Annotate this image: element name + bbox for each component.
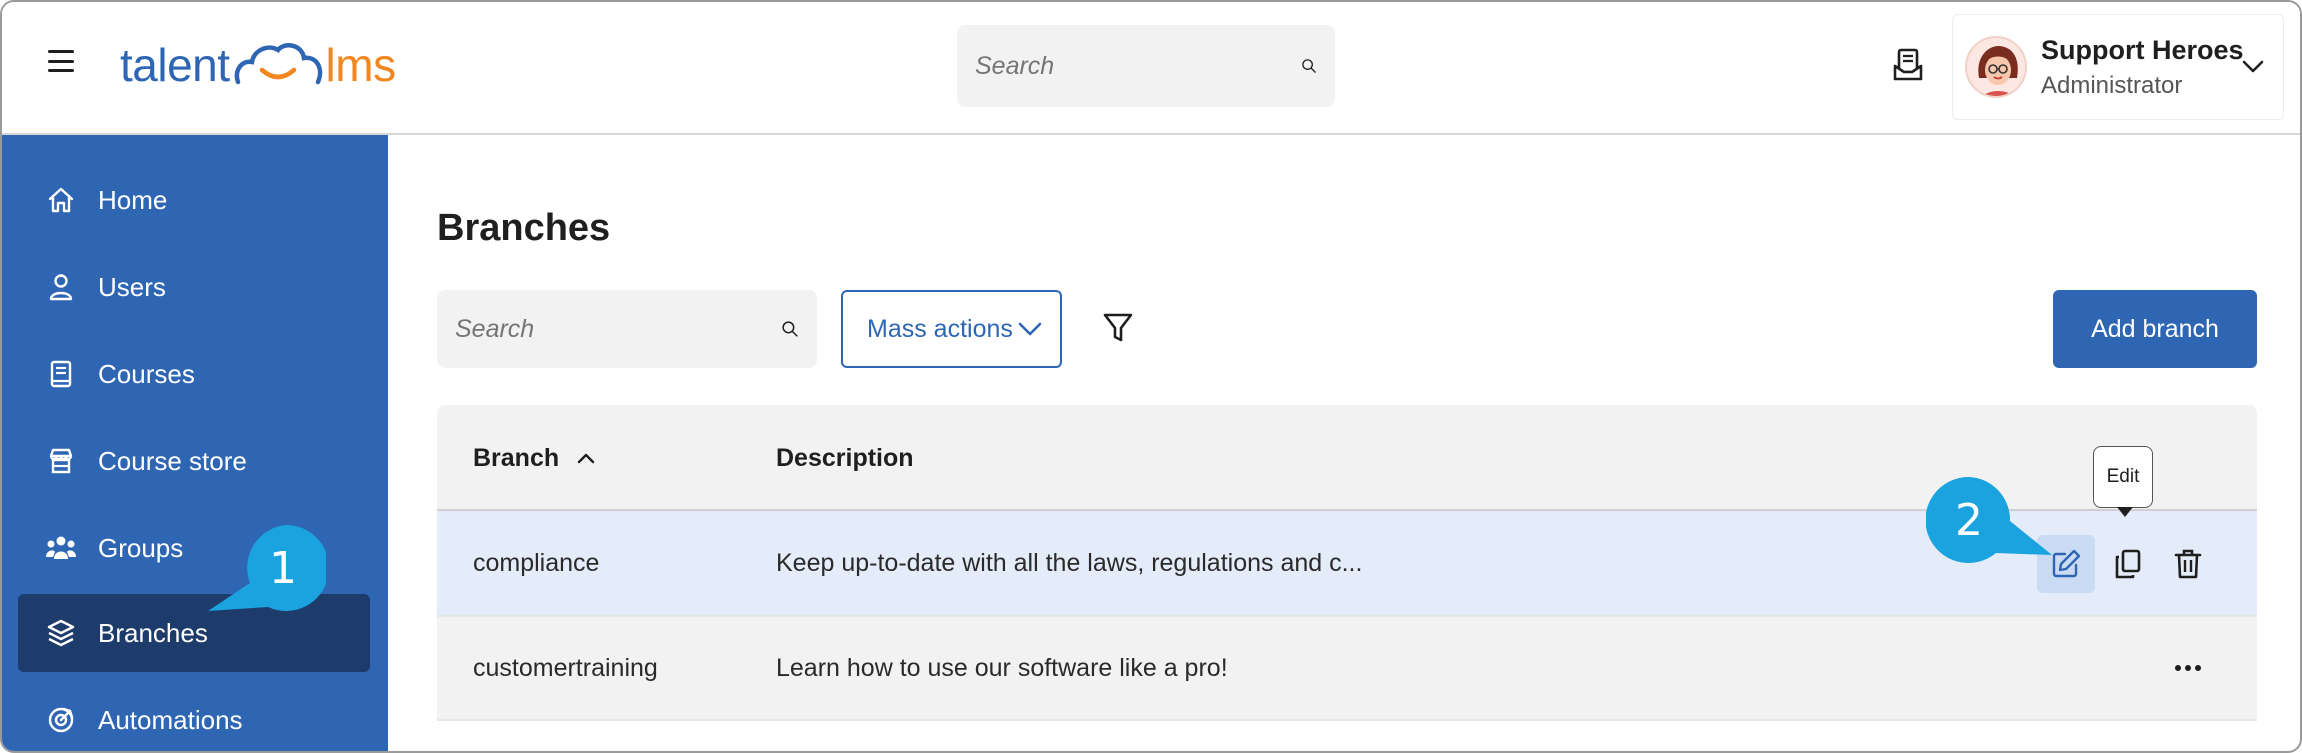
top-bar: talent lms Search Support Heroes Adminis… bbox=[2, 2, 2300, 135]
sidebar-item-users[interactable]: Users bbox=[18, 248, 370, 326]
app-window: talent lms Search Support Heroes Adminis… bbox=[0, 0, 2302, 753]
branches-search[interactable] bbox=[437, 290, 817, 368]
sidebar-item-label: Branches bbox=[98, 617, 208, 648]
sidebar-item-course-store[interactable]: Course store bbox=[18, 422, 370, 500]
branch-description-cell: Keep up-to-date with all the laws, regul… bbox=[776, 548, 1363, 577]
table-row[interactable]: customertraining Learn how to use our so… bbox=[437, 617, 2257, 721]
chevron-down-icon bbox=[1018, 322, 1042, 336]
cloud-logo-icon bbox=[234, 43, 322, 85]
store-icon bbox=[44, 444, 78, 478]
delete-button[interactable] bbox=[2159, 535, 2217, 593]
branches-search-input[interactable] bbox=[455, 314, 781, 344]
sidebar-item-automations[interactable]: Automations bbox=[18, 681, 370, 751]
logo-text-lms: lms bbox=[325, 39, 397, 91]
column-label: Branch bbox=[473, 443, 560, 472]
column-label: Description bbox=[776, 443, 914, 472]
user-icon bbox=[44, 270, 78, 304]
sidebar-item-courses[interactable]: Courses bbox=[18, 335, 370, 413]
sidebar-item-label: Courses bbox=[98, 358, 195, 389]
more-horizontal-icon bbox=[2175, 665, 2201, 671]
sidebar-item-label: Course store bbox=[98, 445, 247, 476]
book-icon bbox=[44, 357, 78, 391]
mass-actions-label: Mass actions bbox=[867, 314, 1013, 343]
row-options-button[interactable] bbox=[2159, 639, 2217, 697]
groups-icon bbox=[44, 531, 78, 565]
user-menu[interactable]: Support Heroes Administrator bbox=[1952, 14, 2284, 120]
column-header-branch[interactable]: Branch bbox=[473, 405, 597, 511]
global-search[interactable] bbox=[957, 25, 1335, 107]
sidebar-item-label: Automations bbox=[98, 704, 243, 735]
add-branch-button[interactable]: Add branch bbox=[2053, 290, 2257, 368]
filter-icon[interactable] bbox=[1102, 311, 1134, 345]
sidebar-item-label: Users bbox=[98, 271, 166, 302]
trash-icon bbox=[2174, 549, 2202, 579]
sort-ascending-icon[interactable] bbox=[575, 450, 597, 466]
callout-number: 2 bbox=[1955, 494, 1983, 546]
column-header-description: Description bbox=[776, 405, 914, 511]
main-content: Branches Mass actions Add branch Branch bbox=[388, 135, 2300, 751]
user-role: Administrator bbox=[2041, 71, 2183, 99]
sidebar-item-label: Groups bbox=[98, 532, 184, 563]
user-name: Support Heroes bbox=[2041, 34, 2244, 65]
sidebar-item-home[interactable]: Home bbox=[18, 161, 370, 239]
edit-tooltip: Edit bbox=[2093, 446, 2153, 517]
callout-number: 1 bbox=[269, 542, 297, 594]
global-search-input[interactable] bbox=[975, 51, 1301, 81]
mass-actions-dropdown[interactable]: Mass actions bbox=[841, 290, 1062, 368]
chevron-down-icon[interactable] bbox=[2241, 57, 2265, 77]
branch-description-cell: Learn how to use our software like a pro… bbox=[776, 653, 1228, 682]
branch-name-cell: customertraining bbox=[473, 653, 658, 682]
page-title: Branches bbox=[437, 207, 611, 249]
clone-button[interactable] bbox=[2099, 535, 2157, 593]
home-icon bbox=[44, 183, 78, 217]
layers-icon bbox=[44, 616, 78, 650]
talentlms-logo[interactable]: talent lms bbox=[120, 32, 396, 92]
sidebar: Home Users Courses Course store Groups B… bbox=[2, 135, 388, 751]
search-icon[interactable] bbox=[1301, 49, 1317, 83]
search-icon[interactable] bbox=[781, 312, 799, 346]
automation-icon bbox=[44, 703, 78, 737]
avatar bbox=[1965, 36, 2027, 98]
user-avatar-icon bbox=[1967, 38, 2025, 96]
callout-step-2: 2 bbox=[1926, 477, 2052, 563]
hamburger-menu-icon[interactable] bbox=[48, 50, 74, 72]
copy-icon bbox=[2115, 549, 2141, 579]
sidebar-item-label: Home bbox=[98, 184, 168, 215]
branch-name-cell: compliance bbox=[473, 548, 600, 577]
callout-step-1: 1 bbox=[208, 525, 326, 611]
logo-text-talent: talent bbox=[120, 39, 230, 91]
messages-icon[interactable] bbox=[1892, 47, 1924, 83]
